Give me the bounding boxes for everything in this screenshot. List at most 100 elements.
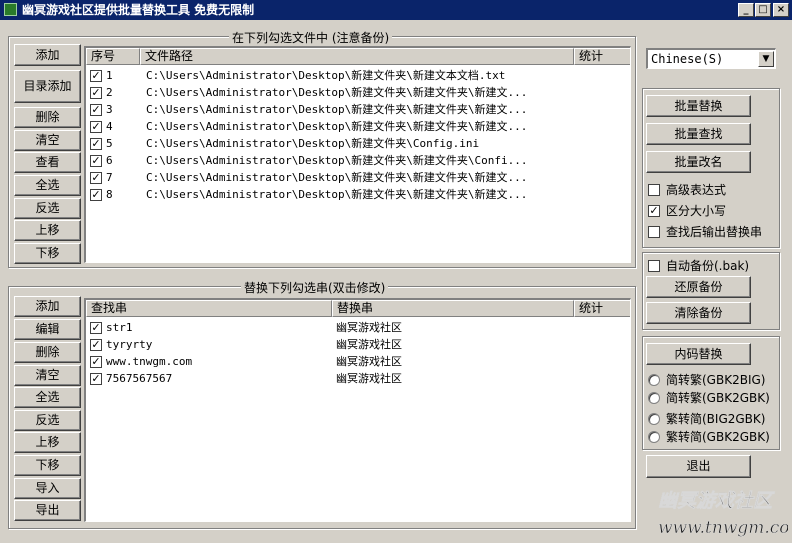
replace-btn-6[interactable]: 上移 [14, 432, 81, 453]
col-header-index[interactable]: 序号 [86, 48, 140, 65]
replace-btn-7[interactable]: 下移 [14, 455, 81, 476]
row-checkbox[interactable]: ✓ [90, 104, 102, 116]
row-find: tyryrty [106, 338, 153, 351]
table-row[interactable]: ✓ 7567567567 幽冥游戏社区 [86, 370, 630, 387]
table-row[interactable]: ✓ str1 幽冥游戏社区 [86, 319, 630, 336]
row-checkbox[interactable]: ✓ [90, 70, 102, 82]
encoding-value: Chinese(S) [651, 52, 724, 66]
watermark-line1: 幽冥游戏社区 [658, 490, 775, 512]
table-row[interactable]: ✓ 7 C:\Users\Administrator\Desktop\新建文件夹\新… [86, 169, 630, 186]
row-find: www.tnwgm.com [106, 355, 193, 368]
radio-button[interactable] [648, 431, 660, 443]
option-checkbox-0[interactable]: 高级表达式 [648, 182, 776, 198]
row-checkbox[interactable]: ✓ [90, 87, 102, 99]
row-index: 6 [106, 154, 113, 167]
row-replace: 幽冥游戏社区 [336, 338, 402, 351]
option-check[interactable]: ✓ [648, 205, 660, 217]
file-btn-8[interactable]: 下移 [14, 243, 81, 264]
file-list[interactable]: 序号 文件路径 统计 ✓ 1 C:\Users\Administrator\Desk… [84, 46, 631, 263]
file-btn-4[interactable]: 查看 [14, 152, 81, 173]
option-check[interactable] [648, 184, 660, 196]
code-radio-3[interactable]: 繁转简(GBK2GBK) [648, 429, 776, 445]
row-checkbox[interactable]: ✓ [90, 356, 102, 368]
row-checkbox[interactable]: ✓ [90, 138, 102, 150]
col-header-path[interactable]: 文件路径 [140, 48, 574, 65]
col-header-find[interactable]: 查找串 [86, 300, 332, 317]
row-replace: 幽冥游戏社区 [336, 321, 402, 334]
row-index: 2 [106, 86, 113, 99]
option-check[interactable] [648, 226, 660, 238]
maximize-button[interactable]: □ [755, 3, 771, 17]
file-btn-3[interactable]: 清空 [14, 130, 81, 151]
col-header-replace[interactable]: 替换串 [332, 300, 574, 317]
table-row[interactable]: ✓ 5 C:\Users\Administrator\Desktop\新建文件夹\C… [86, 135, 630, 152]
encoding-select[interactable]: Chinese(S) ▼ [646, 48, 776, 69]
row-checkbox[interactable]: ✓ [90, 172, 102, 184]
replace-btn-2[interactable]: 删除 [14, 342, 81, 363]
radio-label: 繁转简(GBK2GBK) [666, 430, 770, 444]
replace-btn-5[interactable]: 反选 [14, 410, 81, 431]
option-label: 区分大小写 [666, 204, 727, 218]
table-row[interactable]: ✓ 6 C:\Users\Administrator\Desktop\新建文件夹\新… [86, 152, 630, 169]
replace-btn-0[interactable]: 添加 [14, 296, 81, 317]
file-btn-6[interactable]: 反选 [14, 198, 81, 219]
col-header-count[interactable]: 统计 [574, 48, 630, 65]
row-checkbox[interactable]: ✓ [90, 189, 102, 201]
internal-code-button[interactable]: 内码替换 [646, 343, 751, 365]
table-row[interactable]: ✓ 3 C:\Users\Administrator\Desktop\新建文件夹\新… [86, 101, 630, 118]
action-btn-1[interactable]: 批量查找 [646, 123, 751, 145]
row-path: C:\Users\Administrator\Desktop\新建文件夹\新建文… [146, 154, 528, 167]
row-checkbox[interactable]: ✓ [90, 322, 102, 334]
row-index: 5 [106, 137, 113, 150]
row-checkbox[interactable]: ✓ [90, 373, 102, 385]
file-btn-0[interactable]: 添加 [14, 44, 81, 66]
chevron-down-icon[interactable]: ▼ [758, 51, 774, 67]
row-checkbox[interactable]: ✓ [90, 155, 102, 167]
option-checkbox-1[interactable]: ✓ 区分大小写 [648, 203, 776, 219]
file-btn-2[interactable]: 删除 [14, 107, 81, 128]
row-index: 7 [106, 171, 113, 184]
backup-btn-1[interactable]: 清除备份 [646, 302, 751, 324]
backup-btn-0[interactable]: 还原备份 [646, 276, 751, 298]
radio-button[interactable] [648, 374, 660, 386]
replace-btn-3[interactable]: 清空 [14, 365, 81, 386]
replace-btn-9[interactable]: 导出 [14, 500, 81, 521]
table-row[interactable]: ✓ 2 C:\Users\Administrator\Desktop\新建文件夹\新… [86, 84, 630, 101]
code-radio-0[interactable]: 简转繁(GBK2BIG) [648, 372, 776, 388]
table-row[interactable]: ✓ 4 C:\Users\Administrator\Desktop\新建文件夹\新… [86, 118, 630, 135]
option-checkbox-2[interactable]: 查找后输出替换串 [648, 224, 776, 240]
code-radio-1[interactable]: 简转繁(GBK2GBK) [648, 390, 776, 406]
close-button[interactable]: × [773, 3, 789, 17]
row-index: 4 [106, 120, 113, 133]
file-group-label: 在下列勾选文件中 (注意备份) [229, 29, 393, 46]
file-btn-5[interactable]: 全选 [14, 175, 81, 196]
radio-button[interactable] [648, 413, 660, 425]
action-btn-2[interactable]: 批量改名 [646, 151, 751, 173]
table-row[interactable]: ✓ www.tnwgm.com 幽冥游戏社区 [86, 353, 630, 370]
col-header-count[interactable]: 统计 [574, 300, 630, 317]
replace-btn-8[interactable]: 导入 [14, 478, 81, 499]
auto-backup-checkbox[interactable]: 自动备份(.bak) [648, 258, 776, 274]
row-path: C:\Users\Administrator\Desktop\新建文件夹\新建文… [146, 103, 528, 116]
replace-list[interactable]: 查找串 替换串 统计 ✓ str1 幽冥游戏社区 ✓ tyryrty 幽冥游戏社区 ✓ www… [84, 298, 631, 522]
radio-label: 简转繁(GBK2GBK) [666, 391, 770, 405]
table-row[interactable]: ✓ tyryrty 幽冥游戏社区 [86, 336, 630, 353]
exit-button[interactable]: 退出 [646, 455, 751, 478]
row-path: C:\Users\Administrator\Desktop\新建文件夹\新建文… [146, 69, 506, 82]
replace-btn-1[interactable]: 编辑 [14, 319, 81, 340]
row-checkbox[interactable]: ✓ [90, 121, 102, 133]
auto-backup-check[interactable] [648, 260, 660, 272]
row-path: C:\Users\Administrator\Desktop\新建文件夹\Con… [146, 137, 480, 150]
table-row[interactable]: ✓ 8 C:\Users\Administrator\Desktop\新建文件夹\新… [86, 186, 630, 203]
minimize-button[interactable]: _ [738, 3, 754, 17]
row-checkbox[interactable]: ✓ [90, 339, 102, 351]
table-row[interactable]: ✓ 1 C:\Users\Administrator\Desktop\新建文件夹\新… [86, 67, 630, 84]
app-icon [4, 3, 17, 16]
action-btn-0[interactable]: 批量替换 [646, 95, 751, 117]
replace-btn-4[interactable]: 全选 [14, 387, 81, 408]
file-btn-1[interactable]: 目录添加 [14, 70, 81, 103]
file-btn-7[interactable]: 上移 [14, 220, 81, 241]
radio-button[interactable] [648, 392, 660, 404]
code-radio-2[interactable]: 繁转简(BIG2GBK) [648, 411, 776, 427]
row-path: C:\Users\Administrator\Desktop\新建文件夹\新建文… [146, 120, 528, 133]
